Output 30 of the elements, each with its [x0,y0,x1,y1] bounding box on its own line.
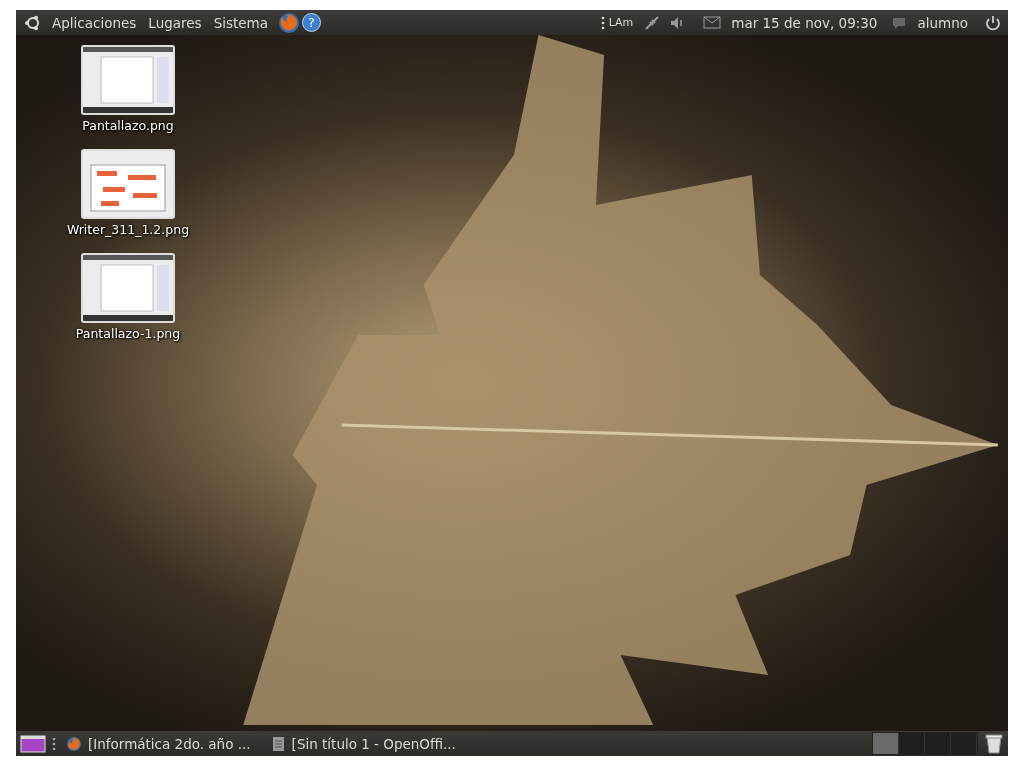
file-name[interactable]: Pantallazo.png [82,118,174,133]
keyboard-layout-indicator[interactable]: LAm [606,16,636,29]
menu-item[interactable]: Sistema [211,14,270,31]
document-icon [270,735,286,752]
user-name[interactable]: alumno [915,14,970,31]
workspace-switcher-cell[interactable] [951,733,977,754]
workspace-switcher-cell[interactable] [899,733,925,754]
handle-icon [52,735,56,752]
browser-icon [66,735,82,752]
taskbar-button[interactable]: [Sin título 1 - OpenOffi... [266,731,466,756]
browser-icon[interactable] [278,11,300,34]
workspace-switcher-cell[interactable] [925,733,951,754]
workspace-switcher-cell[interactable] [873,733,899,754]
menu-item[interactable]: Lugares [146,14,204,31]
taskbar-button[interactable]: [Informática 2do. año ... [62,731,261,756]
ubuntu-logo-icon[interactable] [24,13,42,32]
image-thumbnail[interactable] [81,149,175,219]
image-thumbnail[interactable] [81,45,175,115]
menu-item[interactable]: Aplicaciones [50,14,139,31]
handle-icon [600,14,605,31]
clock[interactable]: mar 15 de nov, 09:30 [729,14,880,31]
trash-icon[interactable] [984,732,1004,755]
network-icon[interactable] [643,13,662,32]
image-thumbnail[interactable] [81,253,175,323]
envelope-icon[interactable] [703,14,722,31]
file-name[interactable]: Pantallazo-1.png [75,326,181,341]
power-icon[interactable] [984,13,1002,32]
show-desktop-icon[interactable] [20,733,46,754]
file-name[interactable]: Writer_311_1.2.png [66,222,190,237]
help-button[interactable]: ? [302,13,321,32]
